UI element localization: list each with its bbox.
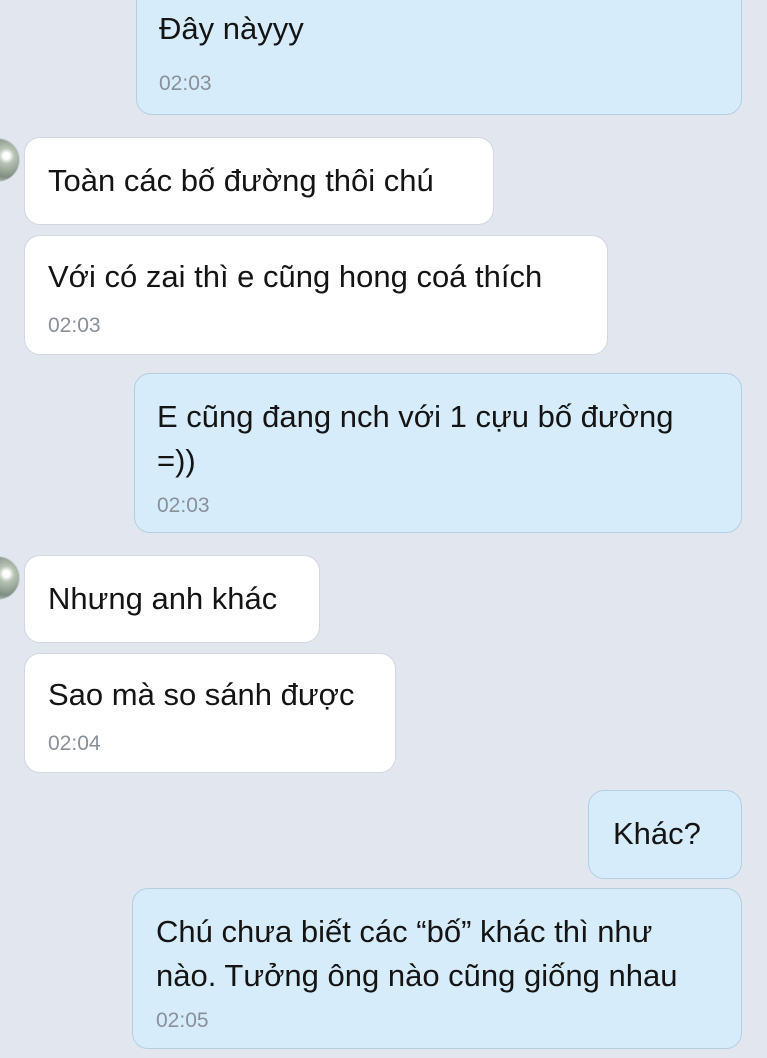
incoming-message[interactable]: Toàn các bố đường thôi chú [24, 137, 494, 225]
message-text: Toàn các bố đường thôi chú [48, 163, 434, 198]
incoming-message[interactable]: Sao mà so sánh được 02:04 [24, 653, 396, 773]
message-text: Đây nàyyy [159, 11, 304, 46]
message-text: E cũng đang nch với 1 cựu bố đường =)) [157, 399, 683, 478]
outgoing-message[interactable]: Chú chưa biết các “bố” khác thì như nào.… [132, 888, 742, 1049]
message-text: Sao mà so sánh được [48, 677, 355, 712]
message-timestamp: 02:03 [159, 72, 212, 95]
message-timestamp: 02:05 [156, 1009, 209, 1032]
message-timestamp: 02:04 [48, 732, 101, 755]
message-text: Với có zai thì e cũng hong coá thích [48, 259, 543, 294]
outgoing-message[interactable]: Khác? [588, 790, 742, 879]
contact-avatar-icon[interactable] [0, 556, 20, 600]
outgoing-message[interactable]: E cũng đang nch với 1 cựu bố đường =)) 0… [134, 373, 742, 533]
message-text: Khác? [613, 816, 701, 851]
message-text: Chú chưa biết các “bố” khác thì như nào.… [156, 914, 678, 993]
message-timestamp: 02:03 [48, 314, 101, 337]
incoming-message[interactable]: Với có zai thì e cũng hong coá thích 02:… [24, 235, 608, 355]
message-text: Nhưng anh khác [48, 581, 278, 616]
contact-avatar-icon[interactable] [0, 138, 20, 182]
chat-message-list[interactable]: Đây nàyyy 02:03 Toàn các bố đường thôi c… [0, 0, 767, 1058]
incoming-message[interactable]: Nhưng anh khác [24, 555, 320, 643]
outgoing-message[interactable]: Đây nàyyy 02:03 [136, 0, 742, 115]
message-timestamp: 02:03 [157, 494, 210, 517]
